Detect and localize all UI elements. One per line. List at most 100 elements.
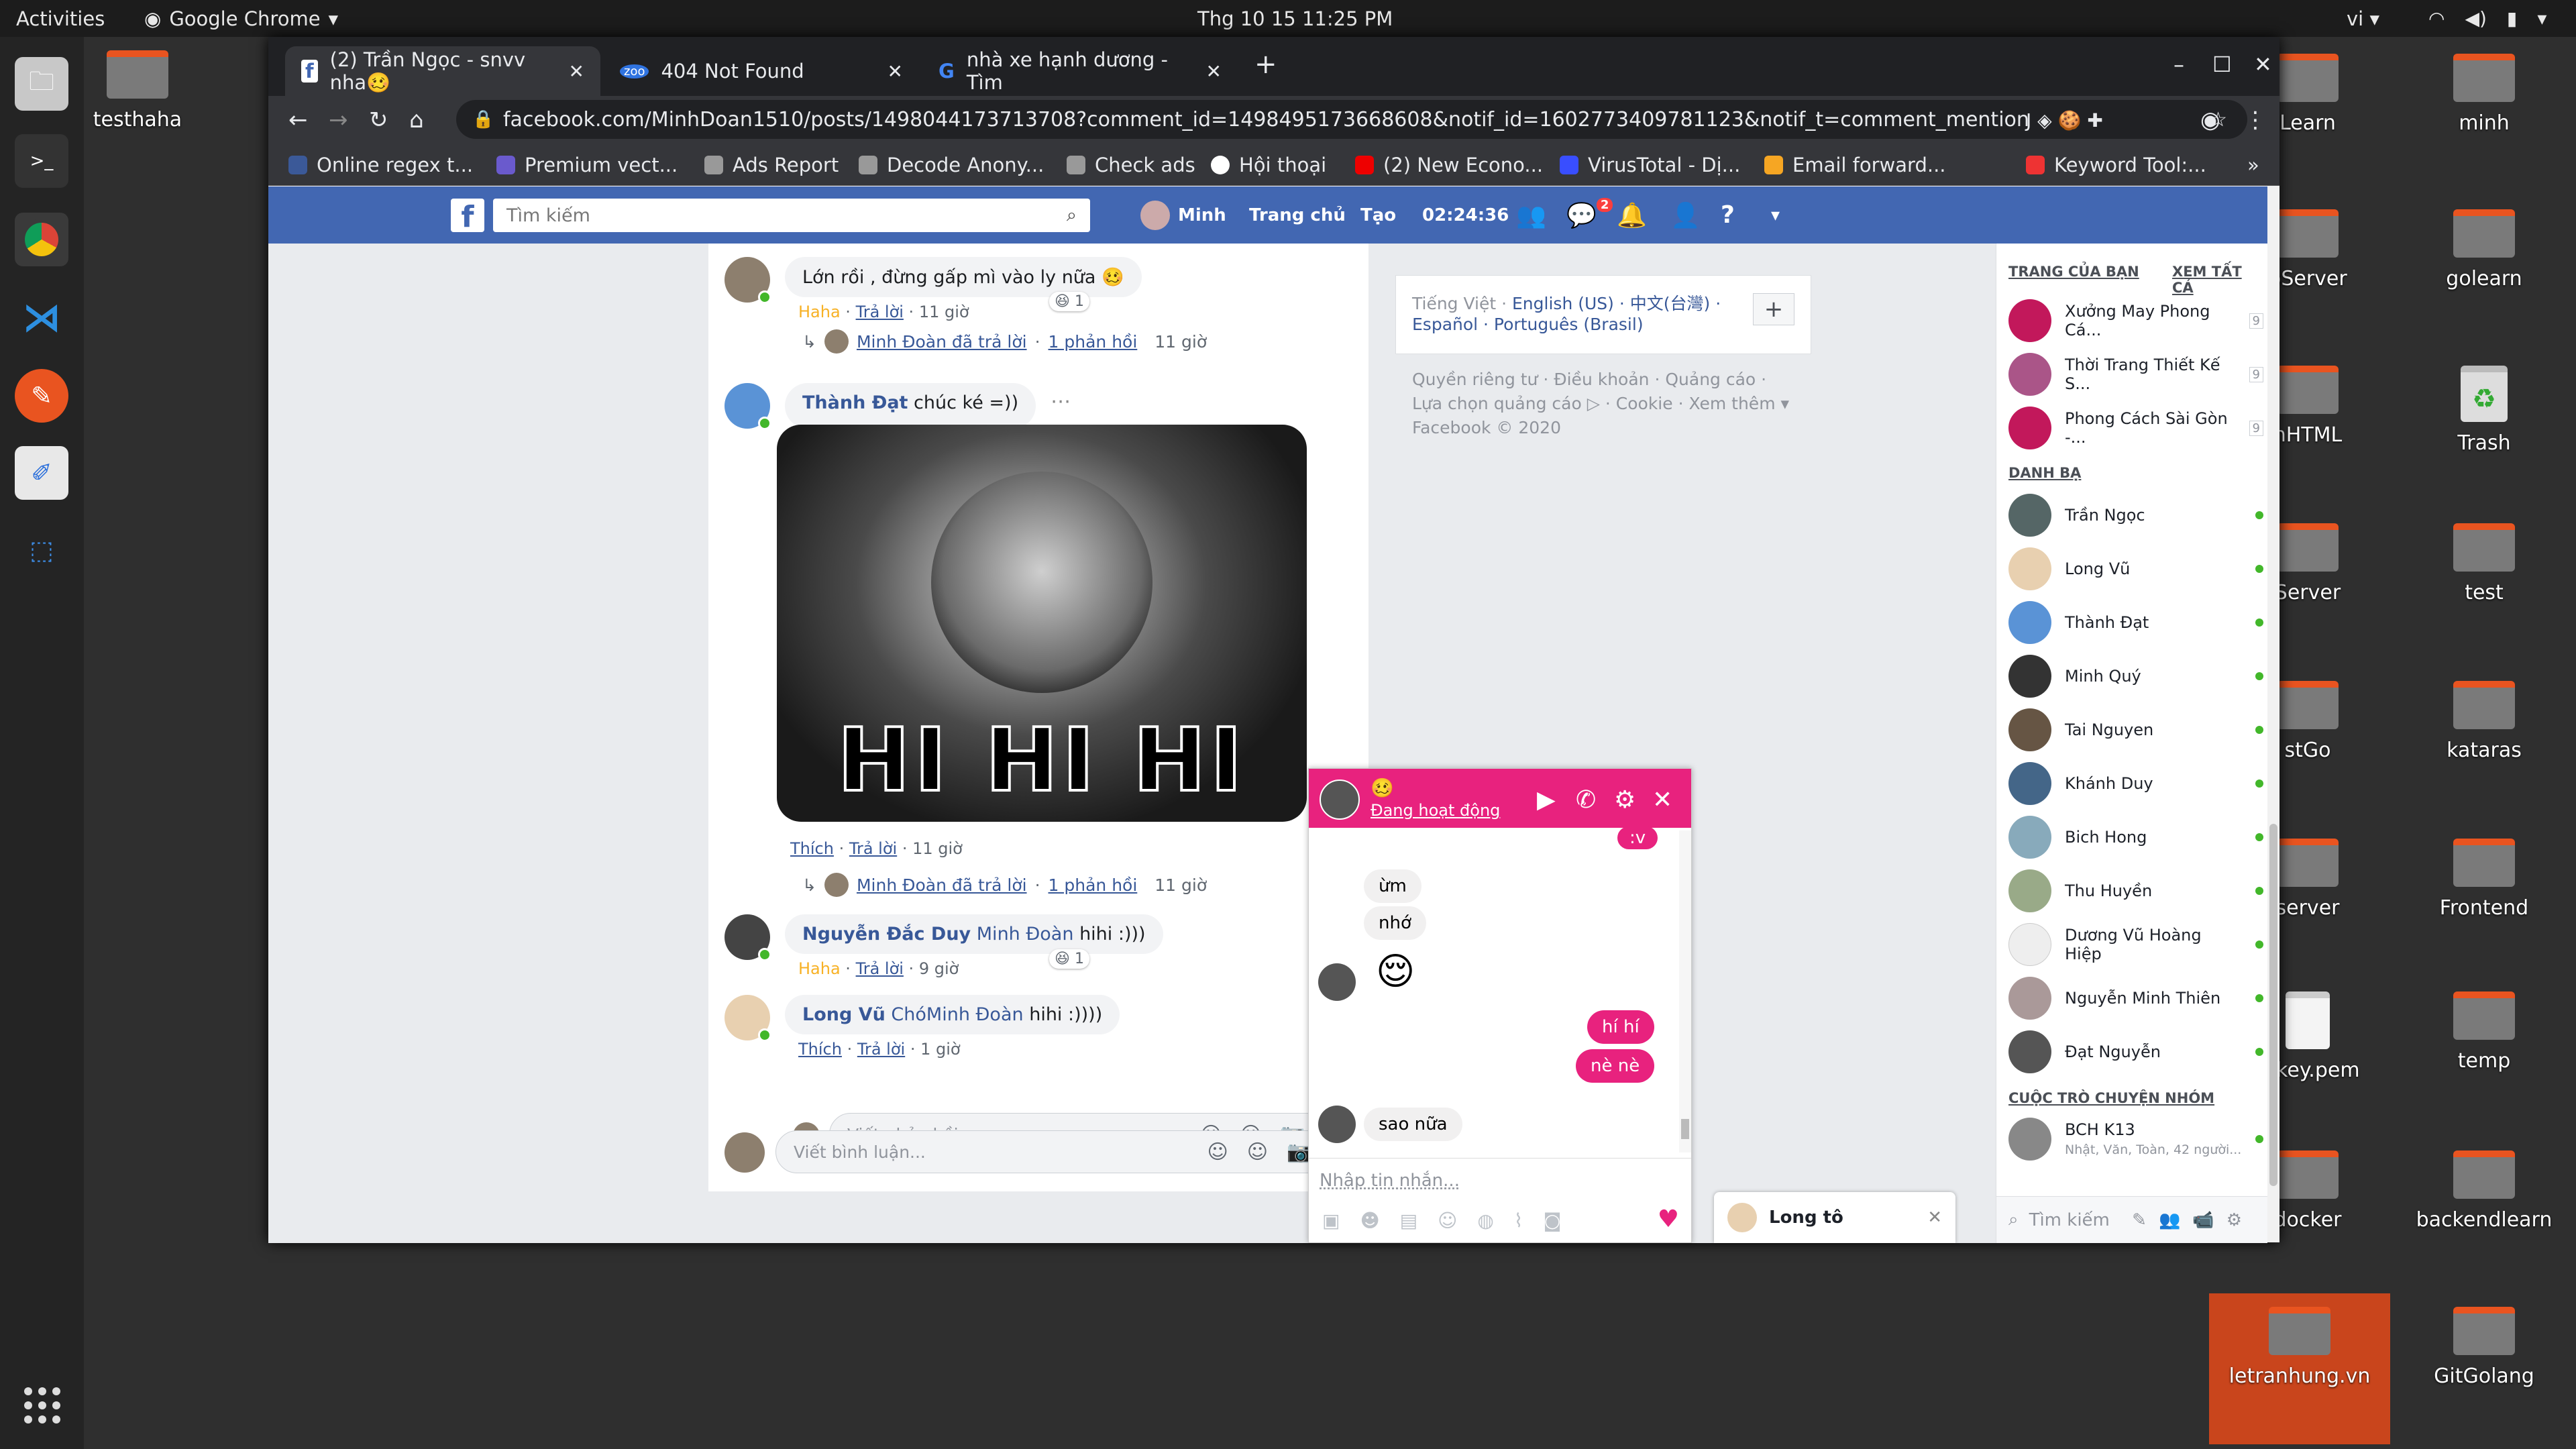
avatar[interactable] xyxy=(724,383,771,430)
camera-icon[interactable]: ◙ xyxy=(1543,1210,1561,1232)
video-call-icon[interactable]: ▶ xyxy=(1537,786,1556,814)
account-menu-icon[interactable]: ▾ xyxy=(1771,186,1780,244)
page-scrollbar[interactable] xyxy=(2267,186,2279,1242)
contact-item[interactable]: Đạt Nguyễn xyxy=(2008,1028,2263,1075)
contact-item[interactable]: Trần Ngọc xyxy=(2008,492,2263,539)
reply-summary[interactable]: ↳ Minh Đoàn đã trả lời · 1 phản hồi 11 gi… xyxy=(802,329,1207,354)
comment-input[interactable]: Viết bình luận... ☺☺📷GIF xyxy=(775,1130,1359,1173)
heart-icon[interactable]: ♥ xyxy=(1658,1205,1679,1233)
contact-item[interactable]: Nguyễn Minh Thiên xyxy=(2008,975,2263,1022)
terminal-icon[interactable]: >_ xyxy=(15,134,68,188)
language-links[interactable]: Español · Português (Brasil) xyxy=(1412,315,1644,334)
sticker-icon[interactable]: ☺ xyxy=(1207,1140,1228,1164)
notifications-icon[interactable]: 🔔 xyxy=(1617,186,1647,244)
close-icon[interactable]: ✕ xyxy=(1652,786,1672,814)
contact-item[interactable]: Long Vũ xyxy=(2008,545,2263,592)
close-tab-icon[interactable]: ✕ xyxy=(569,60,584,83)
phone-icon[interactable]: ✆ xyxy=(1576,786,1596,814)
profile-avatar[interactable]: ◉ xyxy=(2200,107,2220,133)
close-window-icon[interactable]: ✕ xyxy=(2254,52,2272,77)
text-editor-icon[interactable]: ✐ xyxy=(15,446,68,500)
desktop-folder[interactable]: testhaha xyxy=(67,50,208,131)
contact-item[interactable]: Dương Vũ Hoàng Hiệp xyxy=(2008,921,2263,968)
chrome-icon[interactable] xyxy=(15,213,68,266)
reply-link[interactable]: Trả lời xyxy=(856,959,904,978)
activities-button[interactable]: Activities xyxy=(16,7,105,30)
emoji-icon[interactable]: ☺ xyxy=(1438,1210,1457,1232)
tab-facebook[interactable]: f (2) Trần Ngọc - snvv nha🥴 ✕ xyxy=(285,46,600,96)
nav-create[interactable]: Tạo xyxy=(1360,186,1396,244)
forward-icon[interactable]: → xyxy=(329,107,348,133)
address-bar[interactable]: 🔒 facebook.com/MinhDoan1510/posts/149804… xyxy=(456,100,2247,139)
files-icon[interactable]: 🗀 xyxy=(15,57,68,111)
nav-home[interactable]: Trang chủ xyxy=(1249,186,1346,244)
bookmark-item[interactable]: Email forward... xyxy=(1764,154,1946,176)
reload-icon[interactable]: ↻ xyxy=(369,107,388,133)
group-chat-item[interactable]: BCH K13 Nhật, Văn, Toàn, 42 người... xyxy=(2008,1116,2263,1163)
settings-icon[interactable]: ⚙ xyxy=(1614,786,1635,814)
avatar[interactable] xyxy=(724,995,771,1042)
reply-link[interactable]: Trả lời xyxy=(856,303,904,321)
bookmark-item[interactable]: VirusTotal - Dị... xyxy=(1560,154,1740,176)
maximize-icon[interactable]: ☐ xyxy=(2212,52,2232,77)
minimized-chat[interactable]: Long tô ✕ xyxy=(1714,1192,1955,1243)
contact-item[interactable]: Minh Quý xyxy=(2008,653,2263,700)
bookmark-item[interactable]: Decode Anony... xyxy=(859,154,1044,176)
desktop-folder[interactable]: test xyxy=(2414,523,2555,604)
gif-icon[interactable]: ▤ xyxy=(1400,1210,1417,1232)
clock[interactable]: Thg 10 15 11:25 PM xyxy=(1197,7,1393,30)
system-tray[interactable]: ◠ ◀) ▮ ▾ xyxy=(2428,7,2546,30)
postman-icon[interactable]: ✎ xyxy=(15,369,68,423)
extension-icons[interactable]: J ◈ 🍪 ✚ xyxy=(2026,109,2103,131)
bookmark-item[interactable]: Keyword Tool:... xyxy=(2026,154,2206,176)
search-input[interactable]: Tìm kiếm ⌕ xyxy=(493,199,1090,232)
bookmark-item[interactable]: (2) New Econo... xyxy=(1355,154,1543,176)
back-icon[interactable]: ← xyxy=(288,107,308,133)
page-item[interactable]: Phong Cách Sài Gòn -... 9 xyxy=(2008,405,2263,451)
page-item[interactable]: Thời Trang Thiết Kế S... 9 xyxy=(2008,351,2263,398)
friends-icon[interactable]: 👥 xyxy=(1516,186,1546,244)
chat-scrollbar[interactable] xyxy=(1679,830,1691,1152)
like-link[interactable]: Thích xyxy=(790,839,834,858)
like-link[interactable]: Thích xyxy=(798,1040,842,1059)
attach-icon[interactable]: ⌇ xyxy=(1514,1210,1523,1232)
avatar[interactable] xyxy=(724,257,771,304)
sidebar-tool-icons[interactable]: ✎👥📹⚙ xyxy=(2132,1210,2254,1230)
pages-heading[interactable]: TRANG CỦA BẠN xyxy=(2008,264,2139,280)
see-all-link[interactable]: XEM TẤT CẢ xyxy=(2172,264,2267,296)
bookmark-item[interactable]: Premium vect... xyxy=(496,154,678,176)
close-tab-icon[interactable]: ✕ xyxy=(1206,60,1222,83)
footer-line[interactable]: Quyền riêng tư · Điều khoản · Quảng cáo … xyxy=(1412,368,1848,392)
screenshot-icon[interactable]: ⬚ xyxy=(15,523,68,577)
sidebar-search[interactable]: ⌕ Tìm kiếm ✎👥📹⚙ xyxy=(1996,1196,2267,1243)
bookmarks-overflow-icon[interactable]: » xyxy=(2247,154,2259,176)
desktop-folder[interactable]: Frontend xyxy=(2414,839,2555,920)
contact-item[interactable]: Bich Hong xyxy=(2008,814,2263,861)
bookmark-item[interactable]: Ads Report xyxy=(704,154,839,176)
menu-icon[interactable]: ⋮ xyxy=(2244,107,2267,133)
vscode-icon[interactable]: ⋊ xyxy=(15,290,68,344)
new-tab-icon[interactable]: + xyxy=(1254,49,1277,80)
reply-link[interactable]: Trả lời xyxy=(857,1040,905,1059)
gif-attachment[interactable]: HI HI HI xyxy=(777,425,1307,822)
tab-404[interactable]: zoo 404 Not Found ✕ xyxy=(604,46,919,96)
reply-link[interactable]: Trả lời xyxy=(849,839,897,858)
language-links[interactable]: English (US) · 中文(台灣) · xyxy=(1512,294,1721,313)
close-icon[interactable]: ✕ xyxy=(1927,1208,1942,1228)
sticker-icon[interactable]: ☻ xyxy=(1360,1210,1379,1232)
help-icon[interactable]: ? xyxy=(1721,186,1735,244)
desktop-folder-selected[interactable]: letranhung.vn xyxy=(2209,1293,2390,1444)
add-language-button[interactable]: + xyxy=(1753,293,1794,325)
contact-item[interactable]: Tai Nguyen xyxy=(2008,706,2263,753)
game-icon[interactable]: ◍ xyxy=(1477,1210,1493,1232)
show-applications-icon[interactable] xyxy=(24,1387,60,1424)
contact-item[interactable]: Thành Đạt xyxy=(2008,599,2263,646)
desktop-folder[interactable]: golearn xyxy=(2414,209,2555,290)
more-options-icon[interactable]: ⋯ xyxy=(1051,390,1071,429)
bookmark-item[interactable]: Check ads xyxy=(1067,154,1195,176)
contact-item[interactable]: Khánh Duy xyxy=(2008,760,2263,807)
desktop-folder[interactable]: kataras xyxy=(2414,681,2555,762)
messenger-icon[interactable]: 💬 2 xyxy=(1566,186,1613,244)
app-menu[interactable]: ◉ Google Chrome ▾ xyxy=(144,7,338,30)
desktop-folder[interactable]: minh xyxy=(2414,54,2555,135)
